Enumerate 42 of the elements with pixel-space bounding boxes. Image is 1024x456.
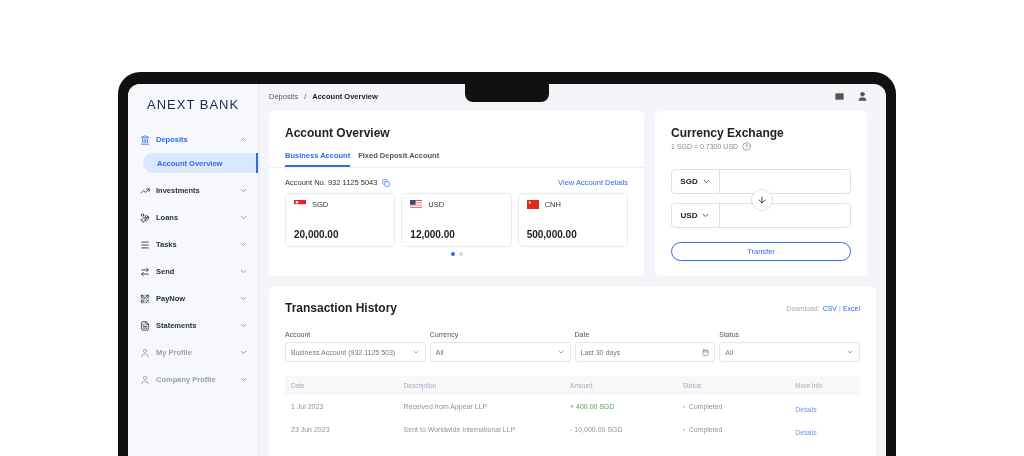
qr-code-icon	[140, 293, 150, 304]
balance-amount: 500,000.00	[526, 229, 578, 240]
balance-amount: 20,000.00	[294, 229, 340, 240]
copy-icon[interactable]	[382, 178, 391, 187]
card-title: Currency Exchange	[671, 126, 785, 140]
chevron-icon	[701, 177, 711, 186]
user-icon	[140, 347, 150, 358]
chevron-icon	[701, 211, 711, 220]
chevron-icon	[239, 294, 248, 303]
chevron-icon	[411, 348, 420, 356]
hand-coins-icon	[140, 212, 150, 223]
swap-button[interactable]	[751, 189, 773, 211]
user-icon	[140, 374, 150, 385]
card-title: Transaction History	[285, 301, 398, 315]
balance-amount: 12,000.00	[410, 229, 456, 240]
trend-chart-icon	[140, 185, 150, 196]
flag-icon	[526, 200, 539, 209]
flag-icon	[410, 200, 423, 209]
user-icon[interactable]	[857, 90, 868, 102]
card-title: Account Overview	[285, 126, 391, 140]
chevron-icon	[239, 321, 248, 330]
brand-logo: ANEXT BANK	[146, 96, 241, 114]
chevron-icon	[239, 375, 248, 384]
currency-select[interactable]: USD	[672, 204, 720, 227]
chevron-icon	[239, 186, 248, 195]
pager-dot[interactable]	[450, 252, 455, 256]
chevron-icon	[239, 348, 248, 357]
chevron-icon	[239, 135, 248, 144]
document-icon	[140, 320, 150, 331]
chevron-icon	[556, 348, 565, 356]
help-icon[interactable]	[742, 142, 752, 151]
transfer-arrows-icon	[140, 266, 150, 277]
chevron-icon	[846, 348, 854, 356]
pager-dot[interactable]	[458, 252, 463, 256]
calendar-icon	[702, 348, 710, 356]
chevron-icon	[239, 213, 248, 222]
currency-select[interactable]: SGD	[672, 170, 720, 193]
bank-icon	[140, 134, 150, 145]
menu-icon	[140, 239, 150, 250]
chevron-icon	[239, 240, 248, 249]
chevron-icon	[239, 267, 248, 276]
arrow-down-icon	[757, 195, 767, 205]
